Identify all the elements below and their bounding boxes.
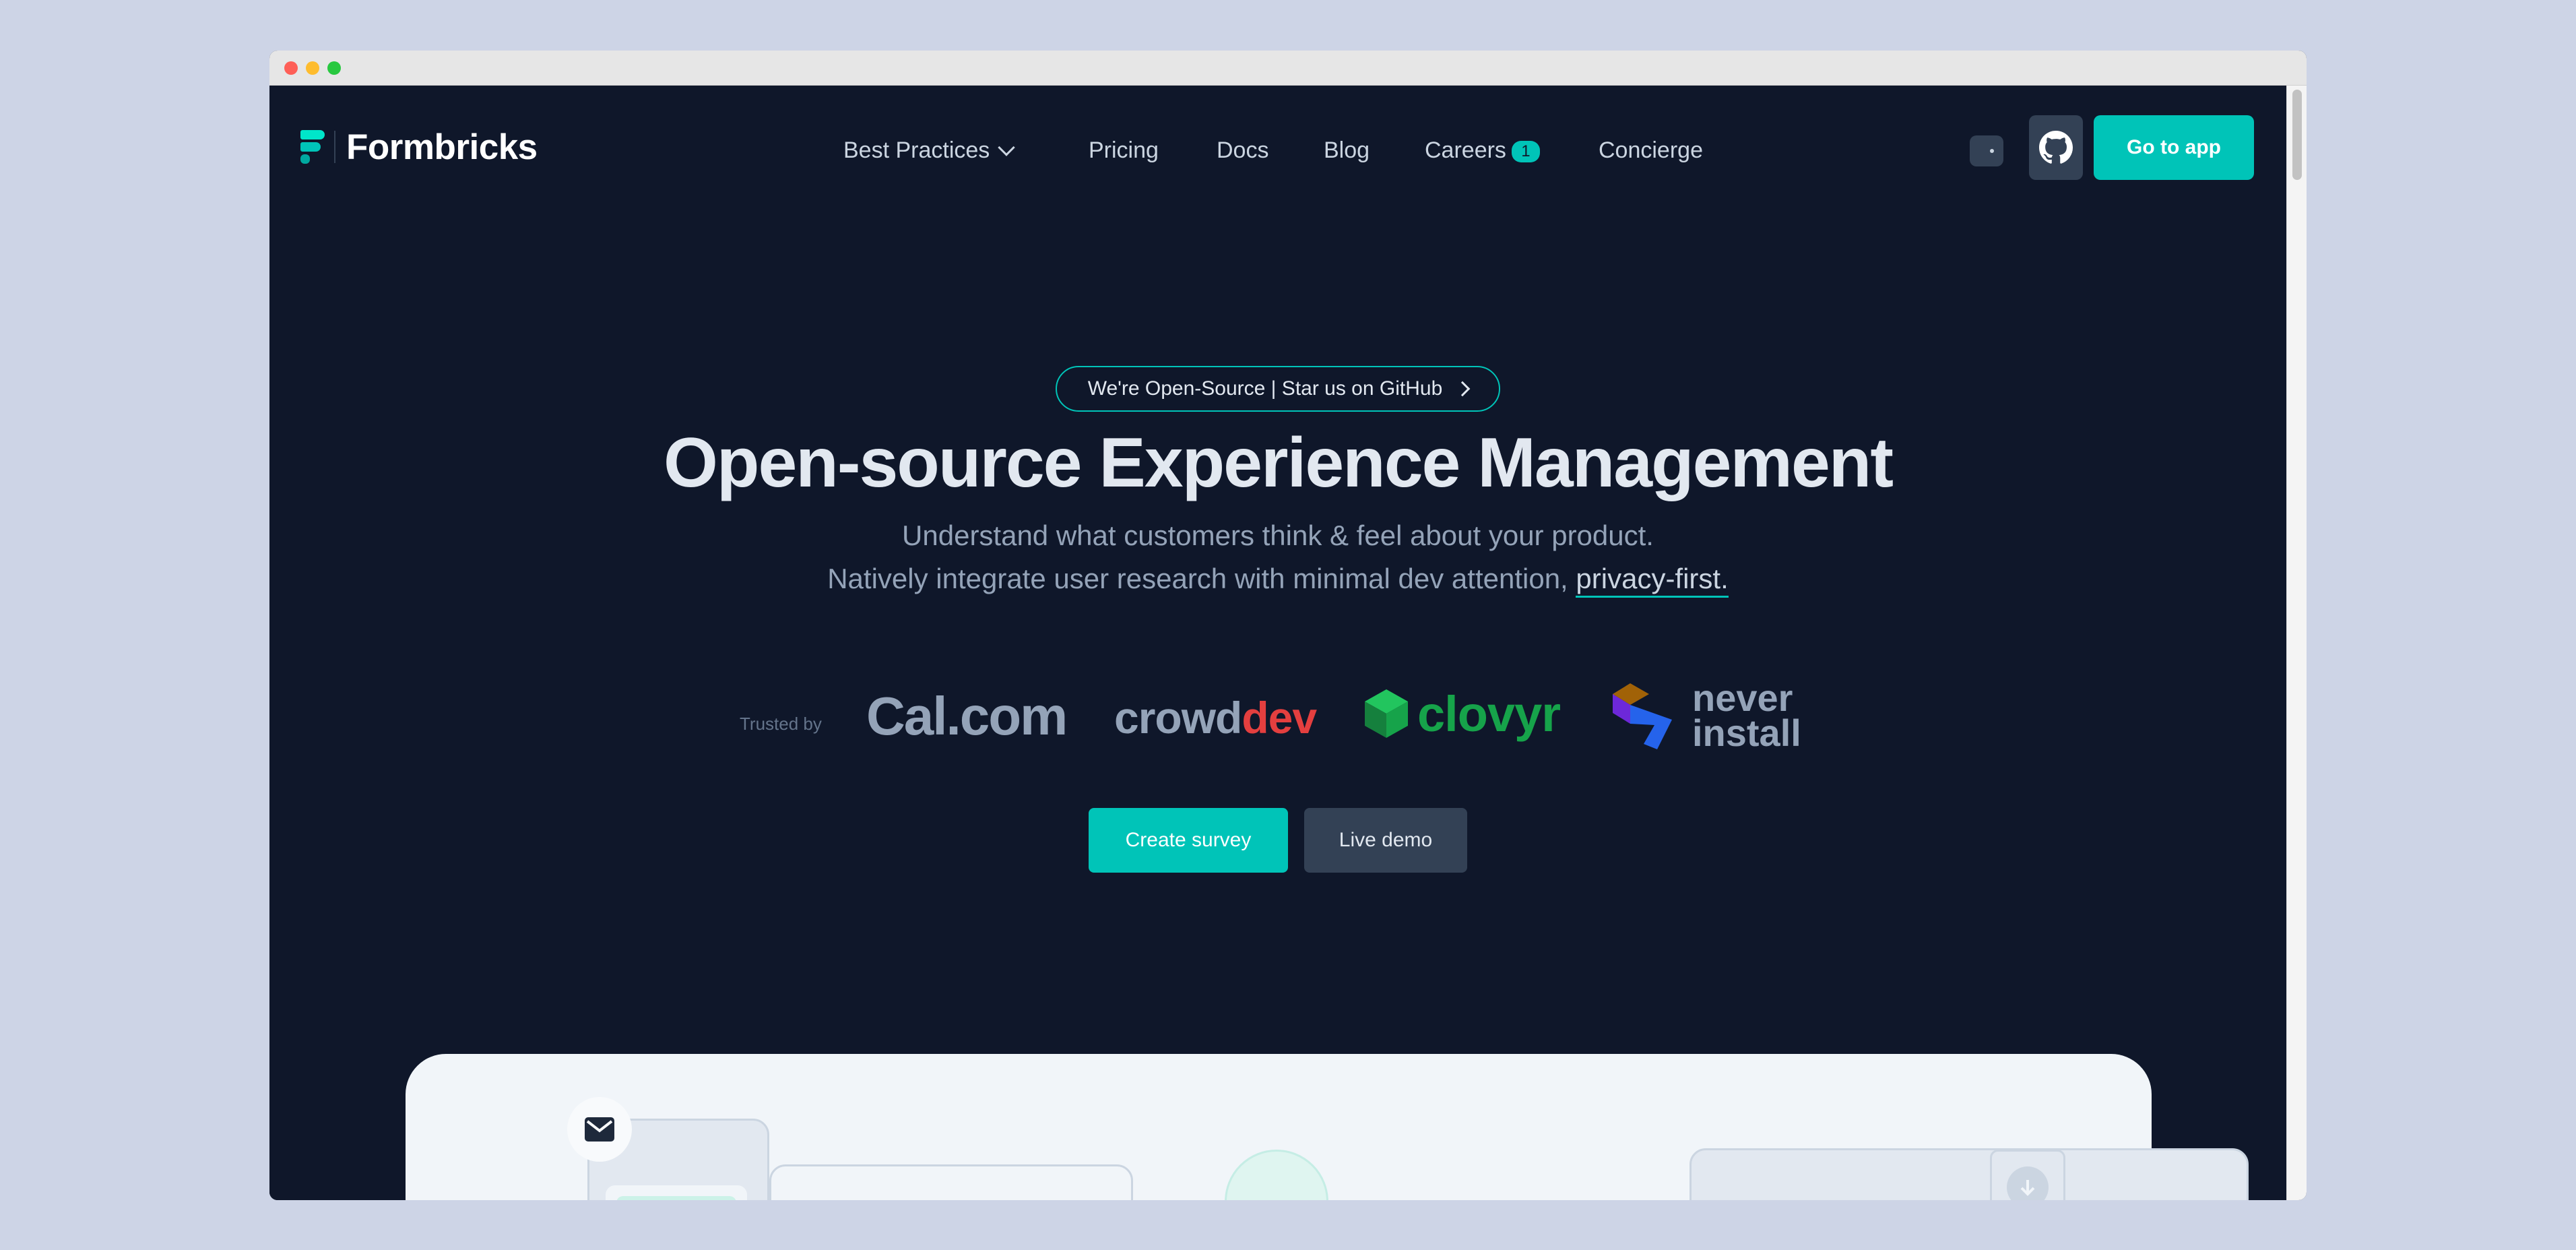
download-box[interactable] xyxy=(1990,1150,2065,1200)
nav-item-blog[interactable]: Blog xyxy=(1324,137,1370,164)
moon-icon xyxy=(1978,145,1994,157)
go-to-app-button[interactable]: Go to app xyxy=(2094,115,2254,180)
live-demo-button[interactable]: Live demo xyxy=(1304,808,1467,873)
never-install-wordmark-1: never xyxy=(1692,677,1793,719)
crowd-dev-logo: crowddev xyxy=(1114,692,1317,743)
nav-label: Pricing xyxy=(1089,137,1159,163)
subtitle-text: Natively integrate user research with mi… xyxy=(827,563,1576,594)
browser-window: Formbricks Best Practices Pricing Docs B… xyxy=(269,51,2307,1200)
maximize-window-button[interactable] xyxy=(327,61,341,75)
page-viewport: Formbricks Best Practices Pricing Docs B… xyxy=(269,86,2286,1200)
nav-item-best-practices[interactable]: Best Practices xyxy=(843,137,1016,164)
survey-frame-inner xyxy=(606,1185,747,1200)
never-install-logo: never install xyxy=(1610,679,1801,753)
window-titlebar xyxy=(269,51,2307,86)
logo-divider xyxy=(334,131,335,163)
close-window-button[interactable] xyxy=(284,61,298,75)
hero-title: Open-source Experience Management xyxy=(664,424,1894,502)
nav-item-pricing[interactable]: Pricing xyxy=(1089,137,1159,164)
envelope-icon xyxy=(585,1117,614,1142)
clovyr-cube-icon xyxy=(1365,689,1408,738)
nav-item-concierge[interactable]: Concierge xyxy=(1599,137,1703,164)
trusted-by-label: Trusted by xyxy=(740,714,822,734)
theme-toggle-button[interactable] xyxy=(1970,135,2003,166)
survey-frame-wide xyxy=(769,1164,1133,1200)
nav-label: Careers xyxy=(1425,137,1506,163)
minimize-window-button[interactable] xyxy=(306,61,319,75)
github-button[interactable] xyxy=(2029,115,2083,180)
hero-subtitle-line2: Natively integrate user research with mi… xyxy=(269,559,2286,599)
nav-item-docs[interactable]: Docs xyxy=(1217,137,1268,164)
never-install-wordmark-2: install xyxy=(1692,712,1801,754)
brand-name: Formbricks xyxy=(346,127,538,167)
clovyr-wordmark: clovyr xyxy=(1417,685,1561,742)
crowd-dev-logo-part1: crowd xyxy=(1114,693,1242,743)
chevron-down-icon xyxy=(998,139,1016,156)
nav-item-careers[interactable]: Careers 1 xyxy=(1425,137,1540,164)
download-icon xyxy=(2007,1166,2049,1200)
privacy-first-link: privacy-first. xyxy=(1576,563,1729,598)
nav-label: Best Practices xyxy=(843,137,990,163)
cal-com-logo: Cal.com xyxy=(866,686,1068,746)
nav-label: Concierge xyxy=(1599,137,1703,163)
chevron-right-icon xyxy=(1454,381,1471,397)
mint-arch-shape xyxy=(1225,1150,1328,1200)
github-icon xyxy=(2039,131,2073,164)
scrollbar-thumb[interactable] xyxy=(2292,90,2302,180)
clovyr-logo: clovyr xyxy=(1363,685,1561,742)
product-illustration-card xyxy=(406,1054,2249,1200)
nav-label: Blog xyxy=(1324,137,1370,163)
careers-count-badge: 1 xyxy=(1511,141,1540,162)
never-install-mark-icon xyxy=(1613,683,1672,749)
page-scrollbar[interactable] xyxy=(2286,86,2307,1200)
pill-label: We're Open-Source | Star us on GitHub xyxy=(1087,377,1443,400)
crowd-dev-logo-part2: dev xyxy=(1242,693,1317,743)
brand-logo[interactable]: Formbricks xyxy=(300,127,538,167)
analysis-frame xyxy=(1689,1148,2249,1200)
hero-subtitle-line1: Understand what customers think & feel a… xyxy=(902,520,1654,551)
create-survey-button[interactable]: Create survey xyxy=(1089,808,1288,873)
github-star-pill[interactable]: We're Open-Source | Star us on GitHub xyxy=(1056,366,1500,412)
nav-label: Docs xyxy=(1217,137,1269,163)
formbricks-logo-icon xyxy=(300,130,325,164)
email-icon-badge xyxy=(567,1097,632,1162)
